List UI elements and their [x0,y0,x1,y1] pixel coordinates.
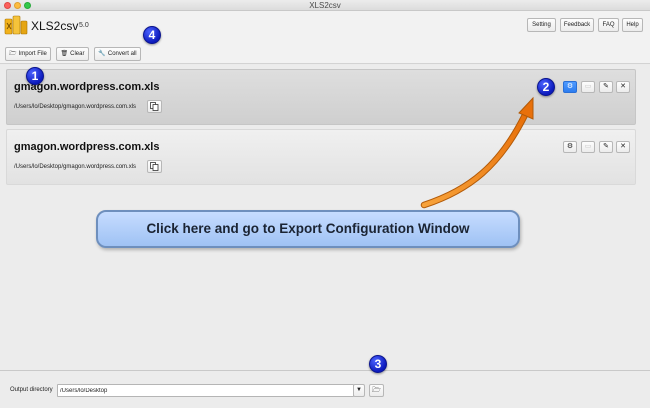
app-name: XLS2csv [31,19,79,33]
file-item[interactable]: gmagon.wordpress.com.xls /Users/lo/Deskt… [6,69,636,125]
step-badge-4: 4 [143,26,161,44]
output-directory-label: Output directory [10,387,53,393]
gear-icon: ⚙ [566,83,574,90]
clear-button[interactable]: 🗑 Clear [56,47,89,61]
instruction-callout: Click here and go to Export Configuratio… [96,210,520,248]
feedback-button-label: Feedback [563,22,591,28]
copy-icon [150,162,159,171]
setting-button-label: Setting [532,22,551,28]
gear-icon: ⚙ [566,143,574,150]
convert-all-button[interactable]: 🔧 Convert all [94,47,141,61]
window-close-icon[interactable] [4,2,11,9]
window-minimize-icon[interactable] [14,2,21,9]
output-directory-dropdown[interactable]: ▼ [353,384,365,397]
file-path: /Users/lo/Desktop/gmagon.wordpress.com.x… [14,104,137,110]
export-settings-button[interactable]: ⚙ [563,81,577,93]
help-button[interactable]: Help [622,18,643,32]
export-button[interactable]: ▭ [581,81,595,93]
window-maximize-icon[interactable] [24,2,31,9]
folder-open-icon: 🗁 [372,387,381,394]
app-version: 5.0 [79,22,89,29]
import-file-button[interactable]: 🗁 Import File [5,47,51,61]
output-bar: Output directory ▼ 🗁 [0,370,650,408]
pencil-icon: ✎ [603,143,609,150]
step-badge-3: 3 [369,355,387,373]
setting-button[interactable]: Setting [527,18,556,32]
remove-file-button[interactable]: ✕ [616,141,630,153]
step-badge-2: 2 [537,78,555,96]
remove-file-button[interactable]: ✕ [616,81,630,93]
export-button[interactable]: ▭ [581,141,595,153]
faq-button[interactable]: FAQ [598,18,619,32]
edit-button[interactable]: ✎ [599,141,613,153]
window-title: XLS2csv [309,1,341,10]
copy-path-button[interactable] [147,160,162,173]
output-directory-input[interactable] [57,384,354,397]
file-item[interactable]: gmagon.wordpress.com.xls /Users/lo/Deskt… [6,129,636,185]
trash-icon: 🗑 [60,51,69,57]
chevron-down-icon: ▼ [356,387,362,393]
faq-button-label: FAQ [602,22,615,28]
edit-button[interactable]: ✎ [599,81,613,93]
app-logo-icon [4,15,28,35]
main-toolbar: 🗁 Import File 🗑 Clear 🔧 Convert all [0,40,650,64]
app-header: XLS2csv 5.0 Setting Feedback FAQ Help [0,11,650,40]
copy-icon [150,102,159,111]
export-settings-button[interactable]: ⚙ [563,141,577,153]
file-path: /Users/lo/Desktop/gmagon.wordpress.com.x… [14,164,137,170]
browse-directory-button[interactable]: 🗁 [369,384,384,397]
folder-open-icon: 🗁 [9,51,17,57]
feedback-button[interactable]: Feedback [560,18,594,32]
clear-label: Clear [70,51,85,57]
window-titlebar: XLS2csv [0,0,650,11]
import-file-label: Import File [18,51,47,57]
close-icon: ✕ [620,143,626,150]
step-badge-1: 1 [26,67,44,85]
convert-all-label: Convert all [107,51,137,57]
help-button-label: Help [626,22,639,28]
wrench-icon: 🔧 [98,51,106,57]
folder-icon: ▭ [584,83,592,90]
close-icon: ✕ [620,83,626,90]
pencil-icon: ✎ [603,83,609,90]
copy-path-button[interactable] [147,100,162,113]
file-name: gmagon.wordpress.com.xls [14,141,160,153]
folder-icon: ▭ [584,143,592,150]
